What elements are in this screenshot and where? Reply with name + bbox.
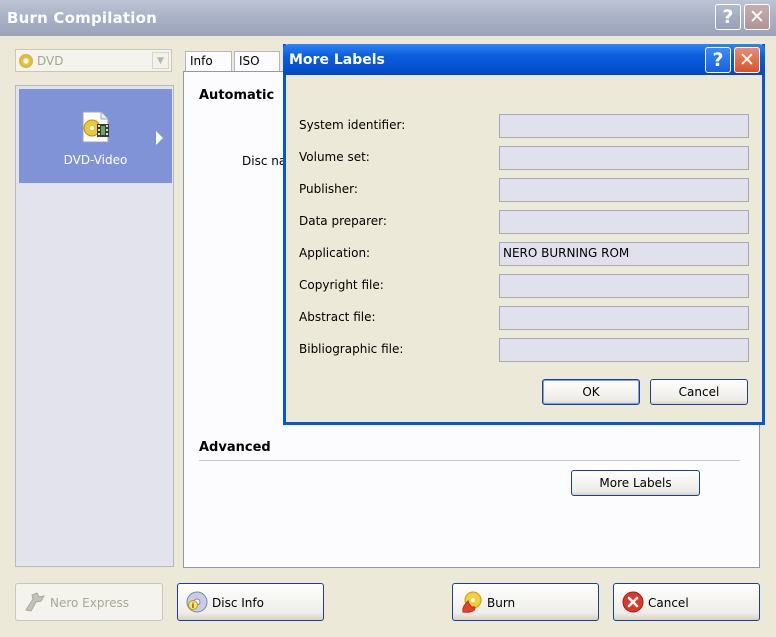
more-labels-dialog: More Labels ? ✕ System identifier: Volum… <box>283 44 765 425</box>
bibliographic-file-field[interactable] <box>499 338 749 362</box>
chevron-down-icon[interactable]: ▼ <box>152 52 169 69</box>
main-titlebar[interactable]: Burn Compilation ? ✕ <box>0 0 776 36</box>
dialog-help-button[interactable]: ? <box>705 47 731 73</box>
disc-icon <box>19 54 33 68</box>
close-button[interactable]: ✕ <box>744 4 770 30</box>
system-identifier-label: System identifier: <box>299 118 406 132</box>
compilation-type-list: DVD-Video <box>15 85 174 567</box>
divider <box>199 460 740 461</box>
disc-info-label: Disc Info <box>212 596 264 610</box>
application-field[interactable]: NERO BURNING ROM <box>499 242 749 266</box>
dialog-title: More Labels <box>289 52 385 68</box>
help-icon: ? <box>712 49 724 71</box>
automatic-heading: Automatic <box>199 88 275 103</box>
disc-type-select[interactable]: DVD ▼ <box>15 49 172 72</box>
help-icon: ? <box>722 6 734 28</box>
advanced-heading: Advanced <box>199 440 271 455</box>
list-item-dvd-video[interactable]: DVD-Video <box>19 89 172 183</box>
disc-info-icon: i <box>186 591 208 613</box>
help-button[interactable]: ? <box>715 4 741 30</box>
publisher-label: Publisher: <box>299 182 358 196</box>
tab-iso[interactable]: ISO <box>234 51 280 72</box>
tab-info[interactable]: Info <box>185 51 232 72</box>
burn-label: Burn <box>487 596 516 610</box>
close-icon: ✕ <box>739 49 755 71</box>
cancel-button[interactable]: Cancel <box>613 583 760 621</box>
bibliographic-file-label: Bibliographic file: <box>299 342 404 356</box>
cancel-icon <box>622 591 644 613</box>
cancel-label: Cancel <box>648 596 689 610</box>
close-icon: ✕ <box>749 6 765 28</box>
nero-express-button[interactable]: Nero Express <box>15 583 163 621</box>
more-labels-button[interactable]: More Labels <box>571 470 700 496</box>
disc-info-button[interactable]: i Disc Info <box>177 583 324 621</box>
system-identifier-field[interactable] <box>499 114 749 138</box>
chevron-right-icon <box>156 131 163 145</box>
dialog-cancel-button[interactable]: Cancel <box>650 379 748 405</box>
window-title: Burn Compilation <box>7 9 157 27</box>
dvd-video-icon <box>82 111 109 143</box>
copyright-file-field[interactable] <box>499 274 749 298</box>
abstract-file-field[interactable] <box>499 306 749 330</box>
disc-type-value: DVD <box>37 54 64 68</box>
volume-set-field[interactable] <box>499 146 749 170</box>
application-label: Application: <box>299 246 371 260</box>
abstract-file-label: Abstract file: <box>299 310 376 324</box>
volume-set-label: Volume set: <box>299 150 370 164</box>
ok-button[interactable]: OK <box>542 379 640 405</box>
data-preparer-field[interactable] <box>499 210 749 234</box>
dialog-close-button[interactable]: ✕ <box>734 47 760 73</box>
burn-button[interactable]: Burn <box>452 583 599 621</box>
svg-text:i: i <box>192 602 194 610</box>
dialog-titlebar[interactable]: More Labels ? ✕ <box>283 44 765 75</box>
copyright-file-label: Copyright file: <box>299 278 384 292</box>
nero-express-icon <box>25 592 46 612</box>
publisher-field[interactable] <box>499 178 749 202</box>
nero-express-label: Nero Express <box>50 596 130 610</box>
data-preparer-label: Data preparer: <box>299 214 387 228</box>
list-item-label: DVD-Video <box>63 153 128 167</box>
disc-name-label: Disc na <box>242 154 287 168</box>
burn-icon <box>462 591 482 613</box>
